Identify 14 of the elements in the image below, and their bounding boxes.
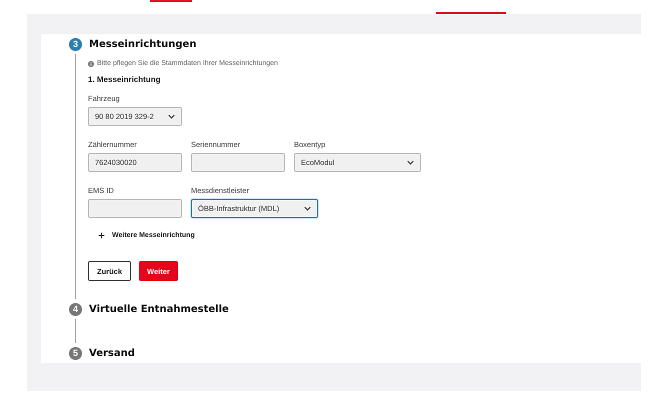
- section-title: 1. Messeinrichtung: [88, 75, 162, 84]
- input-field[interactable]: [88, 199, 182, 218]
- info-icon: [88, 60, 94, 66]
- step-number-badge: 5: [69, 346, 82, 360]
- step-number-badge: 3: [69, 38, 82, 50]
- step-number-badge: 4: [69, 302, 82, 316]
- plus-icon: [98, 232, 105, 239]
- step-title: Messeinrichtungen: [89, 38, 196, 50]
- step-title: Virtuelle Entnahmestelle: [89, 304, 229, 314]
- chevron-down-icon: [407, 160, 414, 165]
- step-title: Versand: [89, 348, 135, 358]
- input-field[interactable]: [191, 153, 285, 172]
- chevron-down-icon: [304, 206, 311, 211]
- chevron-down-icon: [168, 114, 175, 119]
